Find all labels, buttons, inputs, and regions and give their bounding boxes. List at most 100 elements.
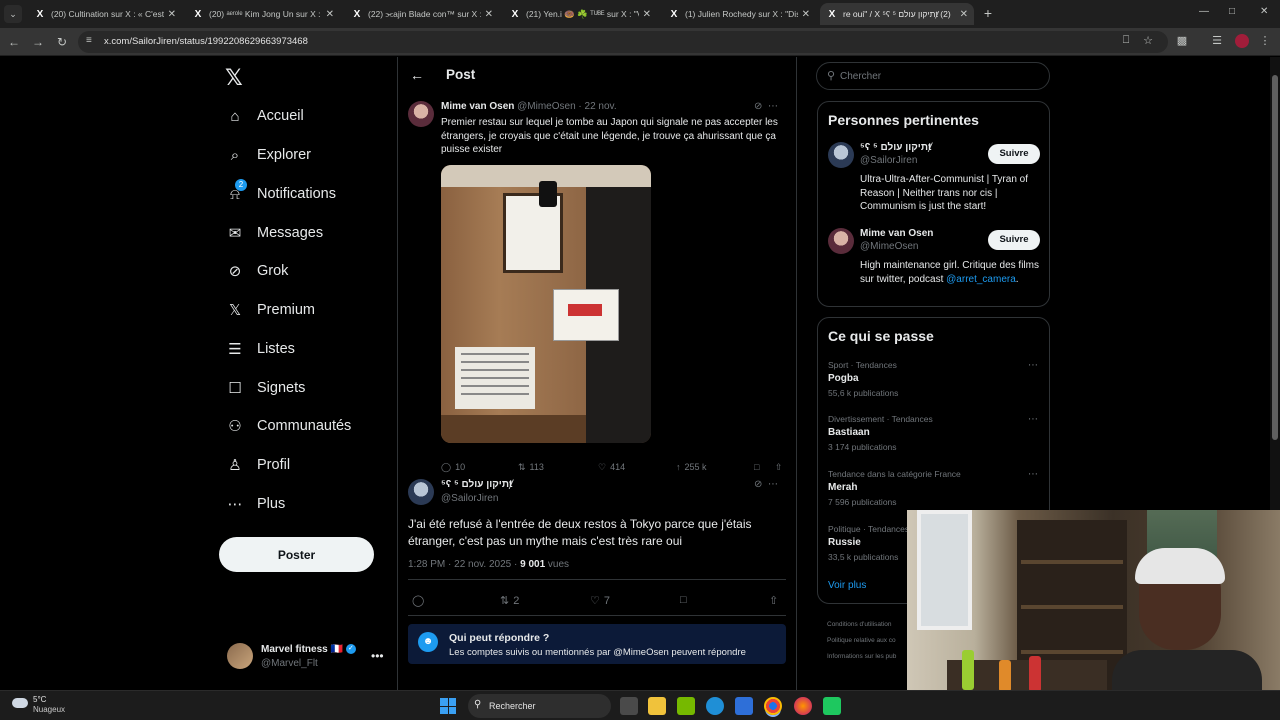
site-info-icon[interactable]: ≡ [86,35,92,46]
person-handle[interactable]: @SailorJiren [860,155,917,166]
back-arrow-icon[interactable]: ← [410,67,424,83]
post-photo[interactable] [441,165,651,443]
close-tab-icon[interactable]: ✕ [326,9,334,20]
nav-item-messages[interactable]: ✉ Messages [226,221,323,245]
repost-button[interactable]: ⇅ 2 [500,594,519,607]
like-button[interactable]: ♡ 414 [598,462,625,473]
reload-icon[interactable]: ↻ [54,34,70,50]
search-input[interactable]: Chercher [840,71,881,82]
chrome-icon[interactable] [764,697,782,715]
reading-list-icon[interactable]: ☰ [1210,34,1224,47]
weather-description[interactable]: Nuageux [33,705,65,714]
weather-temperature[interactable]: 5°C [33,695,46,704]
browser-menu-icon[interactable]: ⋮ [1258,34,1272,47]
follow-button[interactable]: Suivre [988,230,1040,250]
tab-search-button[interactable]: ⌄ [4,5,22,23]
bookmark-star-icon[interactable]: ☆ [1141,34,1155,47]
person-name[interactable]: Mime van Osen [860,228,933,239]
edge-icon[interactable] [706,697,724,715]
address-bar[interactable]: ≡ x.com/SailorJiren/status/1992208629663… [78,31,1168,53]
install-app-icon[interactable]: ⎕ [1119,34,1133,47]
maximize-button[interactable]: □ [1229,6,1235,17]
follow-button[interactable]: Suivre [988,144,1040,164]
close-tab-icon[interactable]: ✕ [802,9,810,20]
grok-icon[interactable]: ⊘ [754,101,762,112]
task-view-icon[interactable] [620,697,638,715]
author-name[interactable]: Mime van Osen [441,101,514,112]
more-icon[interactable]: ⋯ [1028,414,1038,425]
repost-button[interactable]: ⇅ 113 [518,462,544,473]
taskbar-search[interactable]: ⚲ Rechercher [468,694,611,718]
avatar[interactable] [828,228,854,254]
post-button[interactable]: Poster [219,537,374,572]
minimize-button[interactable]: — [1199,6,1209,17]
game-app-icon[interactable] [823,697,841,715]
store-icon[interactable] [735,697,753,715]
more-icon[interactable]: ⋯ [768,479,778,490]
scrollbar-thumb[interactable] [1272,75,1278,440]
bookmark-button[interactable]: □ [754,462,759,472]
more-icon[interactable]: ⋯ [768,101,778,112]
person-handle[interactable]: @MimeOsen [860,241,919,252]
nav-item-home[interactable]: ⌂ Accueil [226,104,303,128]
file-explorer-icon[interactable] [648,697,666,715]
trend-item[interactable]: Divertissement · Tendances Bastiaan 3 17… [828,414,1040,454]
bio-link[interactable]: @arret_camera [946,274,1016,285]
author-handle[interactable]: @SailorJiren [441,493,498,504]
person-name[interactable]: ⁵ʕ תיקון עולם ⁵ⱦ [860,142,931,153]
windows-start-icon[interactable] [440,698,456,714]
trend-item[interactable]: Sport · Tendances Pogba 55,6 k publicati… [828,360,1040,400]
close-window-button[interactable]: ✕ [1260,6,1268,17]
person-card[interactable]: Mime van Osen @MimeOsen High maintenance… [828,228,1040,300]
x-logo-icon[interactable]: 𝕏 [225,65,243,91]
nav-item-premium[interactable]: 𝕏 Premium [226,298,315,322]
back-arrow-icon[interactable]: ← [6,34,22,50]
close-tab-icon[interactable]: ✕ [168,9,176,20]
share-button[interactable]: ⇧ [769,594,778,607]
author-handle[interactable]: @MimeOsen [517,101,576,112]
taskbar-search-input[interactable]: Rechercher [489,701,536,711]
views-button[interactable]: ↑ 255 k [676,462,707,472]
browser-tab-active[interactable]: X re oui" / X ⁵ʕ תיקון עולם ⁵ⱦ (2) ✕ [820,3,974,25]
grok-icon[interactable]: ⊘ [754,479,762,490]
url-text[interactable]: x.com/SailorJiren/status/199220862966397… [104,36,308,47]
nvidia-icon[interactable] [677,697,695,715]
extensions-icon[interactable]: ▩ [1175,34,1189,47]
bookmark-button[interactable]: □ [680,594,687,606]
trend-item[interactable]: Tendance dans la catégorie France Merah … [828,469,1040,509]
account-more-icon[interactable]: ••• [371,649,384,663]
firefox-icon[interactable] [794,697,812,715]
close-tab-icon[interactable]: ✕ [960,9,968,20]
nav-item-bookmarks[interactable]: ☐ Signets [226,376,305,400]
nav-item-grok[interactable]: ⊘ Grok [226,259,289,283]
reply-button[interactable]: ◯ 10 [441,462,465,473]
browser-tab[interactable]: X (20) ᵃᵉʳᵒˡᵉ Kim Jong Un sur X : "I ✕ [186,3,340,25]
close-tab-icon[interactable]: ✕ [485,9,493,20]
reply-button[interactable]: ◯ [412,594,428,607]
nav-item-communities[interactable]: ⚇ Communautés [226,414,351,438]
person-card[interactable]: ⁵ʕ תיקון עולם ⁵ⱦ @SailorJiren Ultra-Ultr… [828,142,1040,214]
avatar[interactable] [408,479,434,505]
search-box[interactable]: ⚲ Chercher [816,62,1050,90]
avatar[interactable] [828,142,854,168]
browser-tab[interactable]: X (22) ⫘ajin Blade con™ sur X : ✕ [345,3,499,25]
browser-tab[interactable]: X (1) Julien Rochedy sur X : "Discu ✕ [662,3,816,25]
close-tab-icon[interactable]: ✕ [643,9,651,20]
browser-tab[interactable]: X (20) Cultination sur X : « C'est l ✕ [28,3,182,25]
nav-item-more[interactable]: ⋯ Plus [226,492,286,516]
like-button[interactable]: ♡ 7 [590,594,610,607]
account-switcher[interactable]: Marvel fitness 🇫🇷 ✓ @Marvel_Flt ••• [227,643,387,675]
forward-arrow-icon[interactable]: → [30,34,46,50]
author-name[interactable]: ⁵ʕ תיקון עולם ⁵ⱦ [441,479,512,490]
post-date[interactable]: · 22 nov. [578,101,616,112]
browser-profile-avatar[interactable] [1235,34,1249,48]
post-timestamp[interactable]: 1:28 PM · 22 nov. 2025 · [408,559,520,570]
cloud-icon[interactable] [12,698,28,708]
nav-item-lists[interactable]: ☰ Listes [226,337,295,361]
more-icon[interactable]: ⋯ [1028,469,1038,480]
new-tab-button[interactable]: + [980,5,996,21]
nav-item-notifications[interactable]: ⍾ 2 Notifications [226,179,336,206]
avatar[interactable] [408,101,434,127]
see-more-link[interactable]: Voir plus [828,580,866,591]
browser-tab[interactable]: X (21) Yen.i 🍩 ☘️ ᵀᵁᴮᴱ sur X : "Vu ✕ [503,3,657,25]
